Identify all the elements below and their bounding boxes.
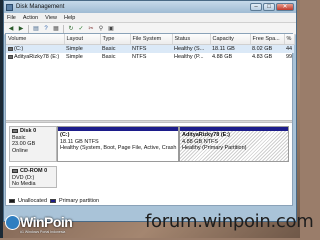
window-controls: – □ ✕ xyxy=(250,3,294,11)
column-header-status[interactable]: Status xyxy=(172,34,211,45)
volume-status: Healthy (P... xyxy=(174,54,204,60)
table-header-row: Volume Layout Type File System Status Ca… xyxy=(6,34,295,45)
cdrom-0-label[interactable]: CD-ROM 0 DVD (D:) No Media xyxy=(9,166,57,188)
volume-file-system: NTFS xyxy=(130,44,172,53)
menu-help[interactable]: Help xyxy=(64,15,75,21)
cdrom-icon xyxy=(12,169,18,174)
volume-percent-free: 99 xyxy=(286,54,293,60)
pane-splitter[interactable] xyxy=(6,120,292,123)
partition-c[interactable]: (C:) 18.11 GB NTFS Healthy (System, Boot… xyxy=(57,126,179,162)
disk-row: Disk 0 Basic 23.00 GB Online (C:) 18.11 … xyxy=(9,126,289,162)
globe-icon xyxy=(5,215,20,230)
volume-name: AdityaRizky78 (E:) xyxy=(14,54,60,60)
watermark-tagline: #1 Windows Portal Indonesia xyxy=(20,230,66,234)
properties-icon[interactable]: ▦ xyxy=(52,25,60,33)
menu-view[interactable]: View xyxy=(45,15,57,21)
legend-primary: Primary partition xyxy=(59,198,100,204)
disk-0-partitions: (C:) 18.11 GB NTFS Healthy (System, Boot… xyxy=(57,126,289,162)
volume-table: Volume Layout Type File System Status Ca… xyxy=(6,34,295,61)
table-row[interactable]: AdityaRizky78 (E:) Simple Basic NTFS Hea… xyxy=(6,53,294,61)
cut-icon[interactable]: ✂ xyxy=(87,25,95,33)
volume-layout: Simple xyxy=(64,44,100,53)
legend: Unallocated Primary partition xyxy=(9,198,99,204)
partition-status: Healthy (System, Boot, Page File, Active… xyxy=(60,145,178,151)
volume-status: Healthy (S... xyxy=(172,44,210,53)
view-icon[interactable]: ▣ xyxy=(107,25,115,33)
help-icon[interactable]: ? xyxy=(42,25,50,33)
column-header-capacity[interactable]: Capacity xyxy=(210,34,251,45)
close-button[interactable]: ✕ xyxy=(276,3,294,11)
unallocated-swatch xyxy=(9,199,15,203)
volume-capacity: 4.88 GB xyxy=(212,54,233,60)
menu-action[interactable]: Action xyxy=(23,15,38,21)
disk-status: Online xyxy=(12,147,28,154)
table-row[interactable]: (C:) Simple Basic NTFS Healthy (S... 18.… xyxy=(6,44,294,53)
legend-unallocated: Unallocated xyxy=(18,198,48,204)
disk-layout-pane: Disk 0 Basic 23.00 GB Online (C:) 18.11 … xyxy=(6,126,292,190)
disk-name: CD-ROM 0 xyxy=(20,168,48,174)
watermark-url: forum.winpoin.com xyxy=(145,211,314,232)
disk-list-icon[interactable]: ▤ xyxy=(32,25,40,33)
partition-status: Healthy (Primary Partition) xyxy=(182,145,247,151)
winpoin-logo: WinPoin #1 Windows Portal Indonesia xyxy=(2,210,94,238)
minimize-button[interactable]: – xyxy=(250,3,262,11)
volume-capacity: 18.11 GB xyxy=(210,44,250,53)
menu-bar: File Action View Help xyxy=(4,13,296,23)
watermark-brand: WinPoin xyxy=(20,214,73,230)
primary-partition-swatch xyxy=(50,199,57,203)
refresh-icon[interactable]: ↻ xyxy=(67,25,75,33)
disk-status: No Media xyxy=(12,181,36,187)
forward-arrow-icon[interactable]: ▶ xyxy=(17,25,25,33)
toolbar-separator xyxy=(28,24,29,33)
volume-name: (C:) xyxy=(14,46,24,52)
column-header-free-space[interactable]: Free Spa... xyxy=(250,34,285,45)
volume-icon xyxy=(8,47,13,51)
disk-0-label[interactable]: Disk 0 Basic 23.00 GB Online xyxy=(9,126,57,162)
search-icon[interactable]: ⚲ xyxy=(97,25,105,33)
volume-icon xyxy=(8,55,13,59)
column-header-type[interactable]: Type xyxy=(100,34,131,45)
partition-e[interactable]: AdityaRizky78 (E:) 4.88 GB NTFS Healthy … xyxy=(179,126,289,162)
volume-percent-free: 44 xyxy=(284,44,294,53)
back-arrow-icon[interactable]: ◀ xyxy=(7,25,15,33)
menu-file[interactable]: File xyxy=(7,15,16,21)
window-title: Disk Management xyxy=(16,4,65,10)
maximize-button[interactable]: □ xyxy=(263,3,275,11)
disk-management-icon xyxy=(6,3,13,11)
title-bar[interactable]: Disk Management – □ ✕ xyxy=(4,1,296,13)
disk-name: Disk 0 xyxy=(20,128,37,134)
volume-free-space: 8.02 GB xyxy=(250,44,284,53)
disk-row: CD-ROM 0 DVD (D:) No Media xyxy=(9,166,57,188)
column-header-volume[interactable]: Volume xyxy=(6,34,65,45)
toolbar-separator xyxy=(63,24,64,33)
disk-icon xyxy=(12,129,18,134)
volume-free-space: 4.83 GB xyxy=(252,54,273,60)
main-pane: Volume Layout Type File System Status Ca… xyxy=(5,33,295,206)
column-header-layout[interactable]: Layout xyxy=(64,34,101,45)
volume-layout: Simple xyxy=(66,54,83,60)
volume-file-system: NTFS xyxy=(132,54,147,60)
check-icon[interactable]: ✓ xyxy=(77,25,85,33)
volume-type: Basic xyxy=(100,44,130,53)
volume-type: Basic xyxy=(102,54,116,60)
column-header-file-system[interactable]: File System xyxy=(130,34,173,45)
column-header-percent-free[interactable]: % xyxy=(284,34,295,45)
